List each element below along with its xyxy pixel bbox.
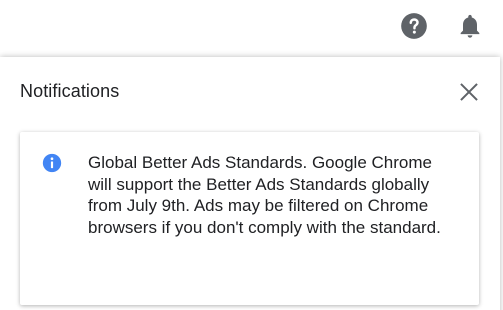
close-button[interactable]: [456, 79, 482, 105]
help-circle-icon: [401, 13, 427, 39]
bell-icon: [460, 14, 480, 38]
notifications-button[interactable]: [455, 11, 485, 41]
notification-text: Global Better Ads Standards. Google Chro…: [88, 153, 441, 237]
notification-card: Global Better Ads Standards. Google Chro…: [20, 132, 479, 305]
notifications-panel: Notifications Global Better Ads Standard…: [0, 57, 500, 310]
top-bar: [0, 0, 503, 52]
panel-title: Notifications: [20, 81, 120, 101]
help-button[interactable]: [399, 11, 429, 41]
info-icon: [42, 153, 62, 173]
close-icon: [460, 83, 478, 101]
page: Notifications Global Better Ads Standard…: [0, 0, 503, 310]
